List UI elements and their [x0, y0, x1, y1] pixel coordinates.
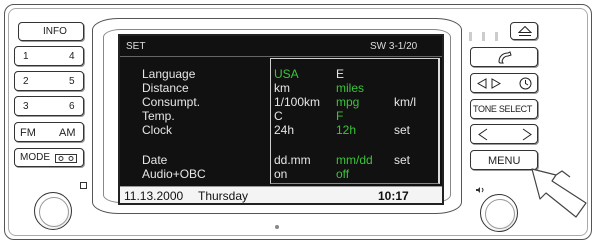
setting-option-1[interactable]: USA — [274, 68, 299, 80]
setting-option-1[interactable]: 1/100km — [274, 96, 320, 108]
tone-select-label: TONE SELECT — [473, 104, 533, 114]
setting-option-3[interactable]: set — [394, 154, 410, 166]
eject-icon — [518, 26, 532, 36]
setting-option-2[interactable]: miles — [336, 82, 364, 94]
left-volume-knob[interactable] — [34, 192, 72, 230]
setting-option-2[interactable]: off — [336, 168, 349, 180]
status-date: 11.13.2000 — [124, 189, 184, 203]
right-tuning-knob[interactable] — [480, 194, 518, 232]
preset-3-6-button[interactable]: 3 6 — [14, 96, 84, 116]
phone-icon — [498, 51, 512, 64]
info-button-label: INFO — [43, 26, 67, 37]
setting-option-1[interactable]: C — [274, 110, 283, 122]
setting-option-1[interactable]: dd.mm — [274, 154, 311, 166]
eject-button[interactable] — [510, 22, 538, 40]
status-bar: 11.13.2000 Thursday 10:17 — [120, 186, 442, 203]
display-header: SET SW 3-1/20 — [120, 36, 442, 57]
setting-option-2[interactable]: mpg — [336, 96, 359, 108]
status-day: Thursday — [198, 189, 249, 203]
mode-button[interactable]: MODE — [14, 148, 84, 167]
header-title: SET — [126, 41, 146, 52]
mode-label: MODE — [20, 152, 50, 163]
setting-label: Temp. — [142, 109, 175, 123]
preset-3-label: 3 — [23, 101, 29, 112]
setting-option-2[interactable]: E — [336, 68, 344, 80]
speaker-icon — [476, 187, 484, 193]
preset-2-5-button[interactable]: 2 5 — [14, 71, 84, 91]
preset-4-label: 4 — [69, 51, 75, 62]
setting-label: Audio+OBC — [142, 167, 206, 181]
setting-option-2[interactable]: 12h — [336, 124, 356, 136]
phone-button[interactable] — [470, 47, 538, 67]
cassette-icon — [55, 154, 77, 163]
left-right-arrows-icon — [478, 128, 532, 141]
setting-label: Distance — [142, 81, 189, 95]
info-button[interactable]: INFO — [18, 22, 84, 41]
setting-option-1[interactable]: 24h — [274, 124, 294, 136]
fm-am-button[interactable]: FM AM — [14, 122, 84, 142]
setting-option-1[interactable]: on — [274, 168, 287, 180]
led-3 — [495, 32, 498, 41]
led-1 — [469, 32, 472, 41]
setting-label: Consumpt. — [142, 95, 201, 109]
setting-label: Clock — [142, 123, 173, 137]
setting-option-2[interactable]: F — [336, 110, 343, 122]
am-label: AM — [59, 127, 76, 139]
led-strip — [465, 32, 505, 42]
display-screen: SET SW 3-1/20 Language USA E Distance km mile… — [118, 34, 444, 205]
tone-select-button[interactable]: TONE SELECT — [470, 99, 538, 119]
header-software-version: SW 3-1/20 — [370, 41, 418, 52]
setting-label: Language — [142, 67, 196, 81]
led-2 — [482, 32, 485, 41]
preset-2-label: 2 — [23, 76, 29, 87]
preset-5-label: 5 — [69, 76, 75, 87]
menu-label: MENU — [488, 155, 521, 167]
fm-label: FM — [20, 127, 36, 139]
seek-left-right-button[interactable] — [470, 124, 538, 144]
setting-option-2[interactable]: mm/dd — [336, 154, 373, 166]
pointing-hand-icon — [531, 168, 587, 218]
seek-clock-button[interactable] — [470, 73, 538, 93]
preset-6-label: 6 — [69, 101, 75, 112]
preset-1-4-button[interactable]: 1 4 — [14, 46, 84, 66]
bezel-dot — [275, 225, 279, 229]
status-time: 10:17 — [378, 189, 409, 203]
setting-option-3[interactable]: set — [394, 124, 410, 136]
clock-icon — [519, 77, 532, 90]
seek-arrows-icon — [477, 78, 501, 89]
setting-option-1[interactable]: km — [274, 82, 290, 94]
setting-label: Date — [142, 153, 168, 167]
preset-1-label: 1 — [23, 51, 29, 62]
setting-option-3[interactable]: km/l — [394, 96, 416, 108]
indicator-square — [80, 182, 87, 189]
